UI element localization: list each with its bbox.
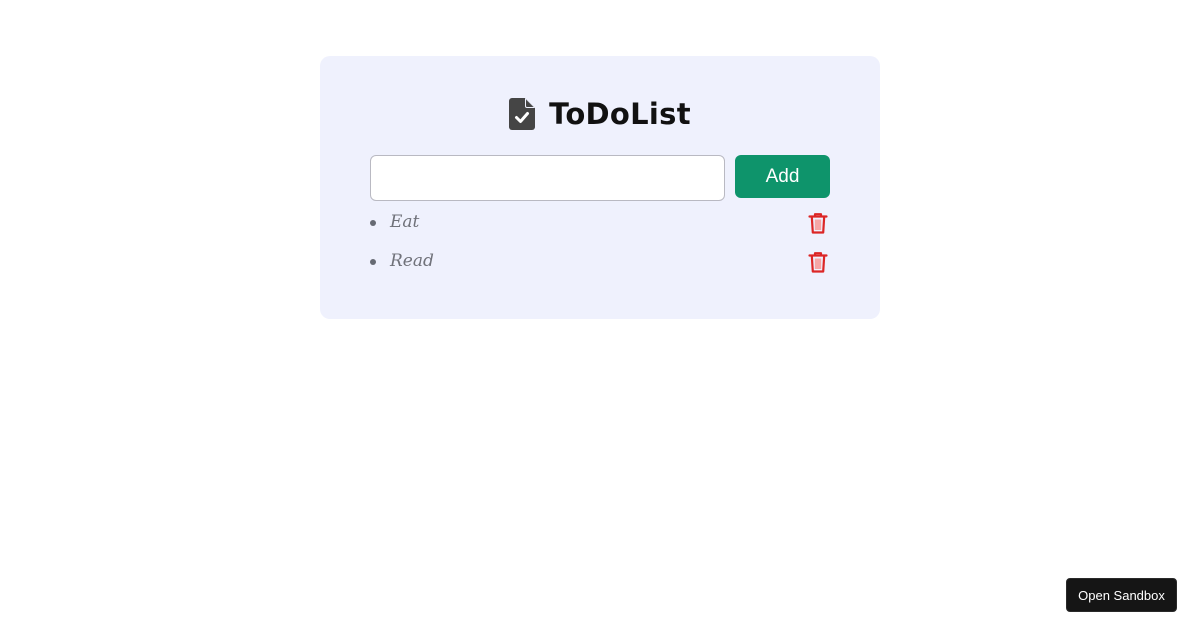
page-title: ToDoList	[549, 97, 691, 131]
todo-list: Eat Read	[370, 208, 830, 286]
header: ToDoList	[320, 96, 880, 132]
file-check-icon	[509, 98, 536, 130]
todo-text: Eat	[390, 212, 420, 232]
todo-text: Read	[390, 251, 434, 271]
bullet-icon	[370, 259, 376, 265]
delete-button[interactable]	[808, 251, 828, 273]
list-item: Eat	[370, 208, 830, 247]
list-item: Read	[370, 247, 830, 286]
add-button[interactable]: Add	[735, 155, 830, 198]
bullet-icon	[370, 220, 376, 226]
todo-input[interactable]	[370, 155, 725, 201]
open-sandbox-button[interactable]: Open Sandbox	[1066, 578, 1177, 612]
todo-card: ToDoList Add Eat Read	[320, 56, 880, 319]
trash-icon	[808, 252, 828, 273]
add-todo-form: Add	[370, 155, 830, 201]
trash-icon	[808, 213, 828, 234]
page: ToDoList Add Eat Read Open Sandbox	[0, 0, 1200, 630]
delete-button[interactable]	[808, 212, 828, 234]
